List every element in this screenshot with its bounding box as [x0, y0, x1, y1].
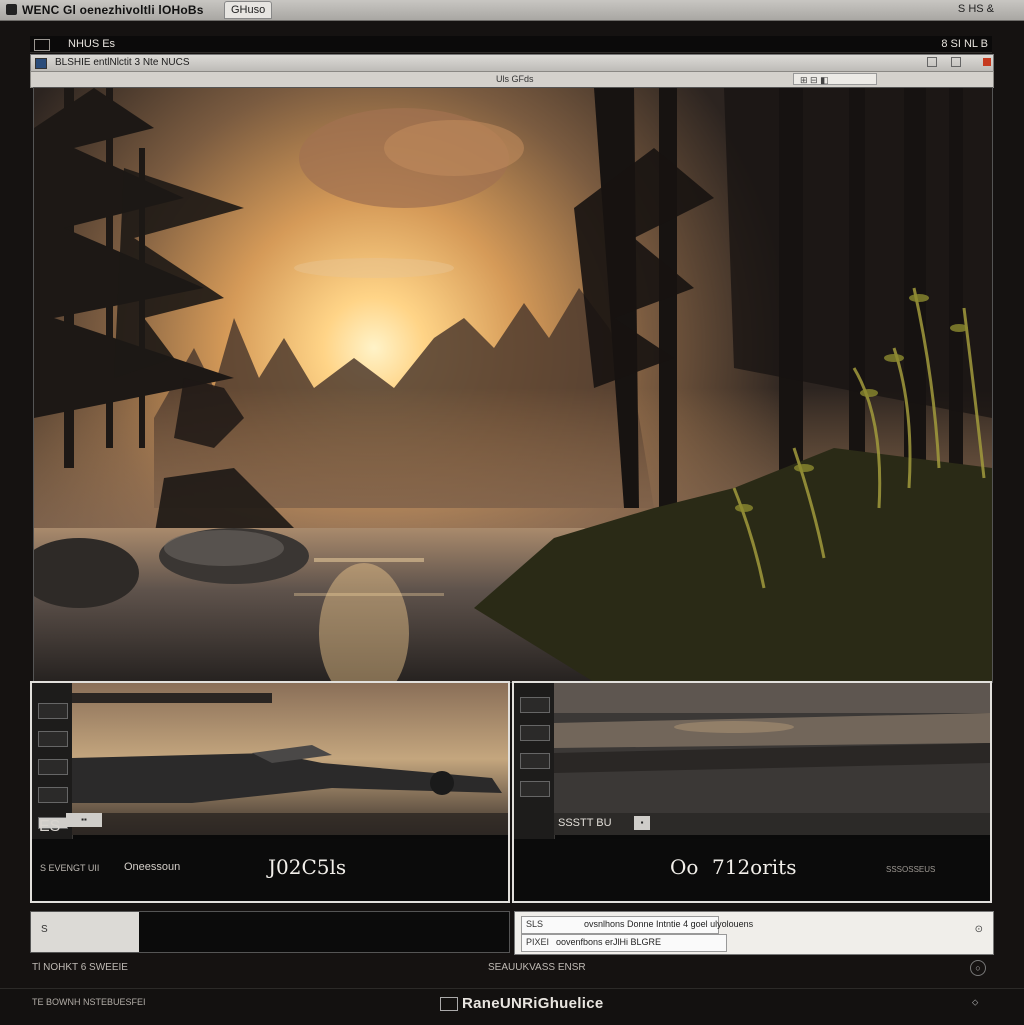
os-title-bar: WENC Gl oenezhivoltli lOHoBs GHuso S HS …	[0, 0, 1024, 21]
rifle-reflection-illustration	[72, 683, 508, 835]
right-preview-panel[interactable]: SSSTT BU ▪ Oo 712orits SSSOSSEUS	[512, 681, 992, 903]
maximize-icon[interactable]	[951, 57, 961, 67]
left-readout: J02C5ls	[268, 855, 347, 879]
rifle-preview-image[interactable]	[72, 683, 508, 835]
bottom-left-box[interactable]: S	[30, 911, 510, 953]
right-panel-statusbar: Oo 712orits SSSOSSEUS	[514, 839, 990, 901]
window-icon	[35, 58, 47, 69]
main-image-viewport[interactable]	[33, 87, 993, 683]
preview-tag: ▪▪	[66, 813, 102, 827]
list-scroll-icon[interactable]: ⊙	[975, 924, 983, 935]
tool-button[interactable]	[38, 787, 68, 803]
right-image-caption-bar: SSSTT BU ▪	[554, 813, 990, 835]
os-tab[interactable]: GHuso	[224, 1, 273, 19]
list-row-code: PIXEI	[526, 937, 550, 947]
close-icon[interactable]	[983, 58, 991, 66]
app-header-right[interactable]: 8 SI NL B	[941, 38, 988, 50]
app-header: NHUS Es 8 SI NL B	[30, 36, 992, 53]
footer-left: TE BOWNH NSTEBUESFEI	[32, 997, 146, 1007]
list-row[interactable]: PIXEI oovenfbons erJlHi BLGRE	[521, 934, 727, 952]
list-row-text: oovenfbons erJlHi BLGRE	[556, 937, 662, 947]
viewer-label: Uls GFds	[496, 74, 534, 84]
app-icon[interactable]	[6, 4, 17, 15]
monitor-icon[interactable]	[34, 39, 50, 51]
left-status-label: S EVENGT UII	[40, 863, 100, 873]
list-row[interactable]: SLS ovsnlhons Donne Intntie 4 goel ulyol…	[521, 916, 753, 934]
minimize-icon[interactable]	[927, 57, 937, 67]
tool-button[interactable]	[38, 703, 68, 719]
os-right-controls[interactable]: S HS &	[958, 3, 994, 15]
window-title-bar: BLSHIE entlNlctit 3 Nte NUCS	[30, 54, 994, 72]
bottom-left-swatch[interactable]: S	[31, 912, 139, 952]
right-readout-prefix: Oo	[670, 855, 699, 879]
tool-button[interactable]	[520, 753, 550, 769]
tool-button[interactable]	[520, 781, 550, 797]
right-readout: 712orits	[712, 855, 797, 879]
tool-button[interactable]	[520, 697, 550, 713]
left-panel-statusbar: S EVENGT UII Oneessoun J02C5ls	[32, 839, 508, 901]
shoreline-preview-image[interactable]	[554, 683, 990, 813]
tool-button[interactable]	[520, 725, 550, 741]
right-small-label: SSSOSSEUS	[886, 865, 936, 874]
tool-button[interactable]	[38, 731, 68, 747]
right-image-label: SSSTT BU	[558, 817, 612, 829]
tool-button[interactable]	[38, 759, 68, 775]
toolbar-strip: Uls GFds ⊞ ⊟ ◧	[30, 71, 994, 88]
chip-icon[interactable]: ▪	[634, 816, 650, 830]
app-header-title: NHUS Es	[68, 38, 116, 50]
list-row-code: SLS	[526, 919, 544, 929]
list-row-text: ovsnlhons Donne Intntie 4 goel ulyolouen…	[584, 919, 754, 929]
settings-icon[interactable]: ○	[970, 960, 986, 976]
status-left: Tl NOHKT 6 SWEEIE	[32, 962, 128, 973]
status-center: SEAUUKVASS ENSR	[488, 962, 586, 973]
window-title: BLSHIE entlNlctit 3 Nte NUCS	[55, 57, 190, 68]
left-status-mid: Oneessoun	[124, 861, 181, 873]
footer-right-icon[interactable]: ⬦	[972, 997, 978, 1008]
tool-label-box: ES	[38, 817, 68, 835]
footer: TE BOWNH NSTEBUESFEI RaneUNRiGhuelice ⬦	[0, 988, 1024, 1025]
viewer-controls[interactable]: ⊞ ⊟ ◧	[793, 73, 877, 85]
footer-brand: RaneUNRiGhuelice	[462, 995, 604, 1012]
os-window-title: WENC Gl oenezhivoltli lOHoBs	[22, 3, 204, 17]
bottom-right-list: SLS ovsnlhons Donne Intntie 4 goel ulyol…	[514, 911, 994, 955]
left-preview-panel[interactable]: ES ▪▪ S EVENGT UII Oneessoun J02C5ls	[30, 681, 510, 903]
forest-sunset-image	[34, 88, 992, 682]
wet-shore-illustration	[554, 683, 990, 813]
bottom-left-label: S	[41, 924, 48, 935]
brand-logo-icon	[440, 997, 458, 1011]
